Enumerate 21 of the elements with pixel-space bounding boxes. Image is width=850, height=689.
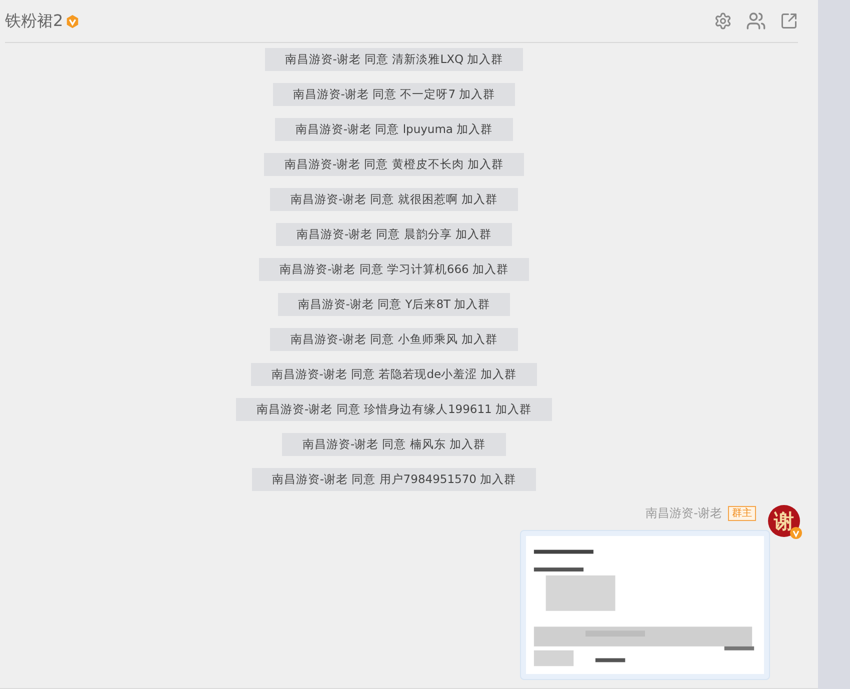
- system-notice: 南昌游资-谢老 同意 学习计算机666 加入群: [259, 258, 529, 281]
- members-button[interactable]: [746, 11, 766, 31]
- system-notice: 南昌游资-谢老 同意 不一定呀7 加入群: [272, 83, 516, 106]
- system-notice: 南昌游资-谢老 同意 黄橙皮不长肉 加入群: [264, 153, 524, 176]
- sender-name: 南昌游资-谢老: [646, 505, 722, 522]
- system-notice: 南昌游资-谢老 同意 清新淡雅LXQ 加入群: [264, 48, 524, 71]
- verified-badge-icon: [65, 14, 80, 28]
- system-notice: 南昌游资-谢老 同意 楠风东 加入群: [282, 433, 506, 456]
- system-notice: 南昌游资-谢老 同意 Y后来8T 加入群: [278, 293, 510, 316]
- user-avatar[interactable]: 谢: [768, 505, 800, 537]
- system-notice: 南昌游资-谢老 同意 就很困惹啊 加入群: [270, 188, 518, 211]
- open-external-button[interactable]: [780, 12, 798, 30]
- system-notice: 南昌游资-谢老 同意 若隐若现de小羞涩 加入群: [251, 363, 537, 386]
- system-notice: 南昌游资-谢老 同意 珍惜身边有缘人199611 加入群: [236, 398, 552, 421]
- role-badge: 群主: [728, 506, 756, 521]
- system-notice: 南昌游资-谢老 同意 小鱼师乘风 加入群: [270, 328, 518, 351]
- settings-button[interactable]: [714, 12, 732, 30]
- chat-title: 铁粉裙2: [5, 10, 64, 32]
- system-notice: 南昌游资-谢老 同意 lpuyuma 加入群: [275, 118, 513, 141]
- system-notice: 南昌游资-谢老 同意 用户7984951570 加入群: [252, 468, 536, 491]
- system-notice: 南昌游资-谢老 同意 晨韵分享 加入群: [276, 223, 512, 246]
